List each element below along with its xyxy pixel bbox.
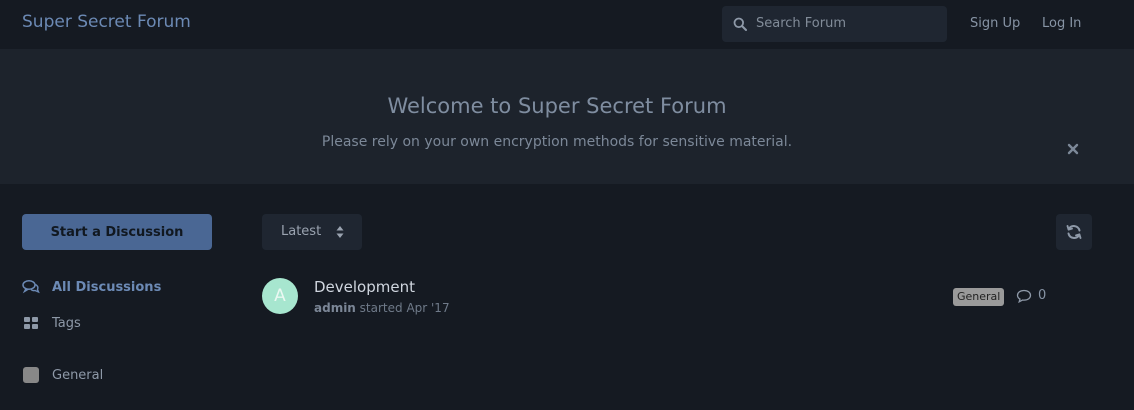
comments-icon [22,278,40,296]
sort-caret-icon [336,226,344,238]
welcome-hero: Welcome to Super Secret Forum Please rel… [0,49,1134,184]
sign-up-link[interactable]: Sign Up [970,16,1020,31]
search-icon [733,17,747,31]
sidebar-item-general[interactable]: General [22,364,103,386]
sidebar-item-tags[interactable]: Tags [22,312,81,334]
search-placeholder: Search Forum [756,16,847,31]
discussion-started: started Apr '17 [355,301,450,315]
search-input[interactable]: Search Forum [722,6,947,42]
hero-title: Welcome to Super Secret Forum [387,94,727,118]
sidebar-item-label: General [52,367,104,383]
sidebar-item-label: Tags [52,315,81,331]
discussion-author[interactable]: admin [314,301,356,315]
sort-dropdown[interactable]: Latest [262,214,362,250]
hero-subtitle: Please rely on your own encryption metho… [321,134,793,150]
discussion-title[interactable]: Development [314,278,415,296]
avatar[interactable]: A [262,278,298,314]
log-in-link[interactable]: Log In [1042,16,1081,31]
sidebar-item-all-discussions[interactable]: All Discussions [22,276,161,298]
reply-count: 0 [1038,288,1047,303]
header: Super Secret Forum Search Forum Sign Up … [0,0,1134,49]
tag-badge[interactable]: General [953,288,1005,306]
refresh-icon [1066,225,1082,239]
grid-icon [22,314,40,332]
discussion-meta: admin started Apr '17 [314,301,450,315]
refresh-button[interactable] [1056,214,1092,250]
sidebar-item-label: All Discussions [52,279,162,295]
tag-swatch-icon [22,366,40,384]
close-icon[interactable] [1066,142,1080,156]
sort-label: Latest [281,224,322,239]
start-discussion-button[interactable]: Start a Discussion [22,214,212,250]
site-title[interactable]: Super Secret Forum [22,12,191,32]
comment-icon [1016,289,1032,303]
